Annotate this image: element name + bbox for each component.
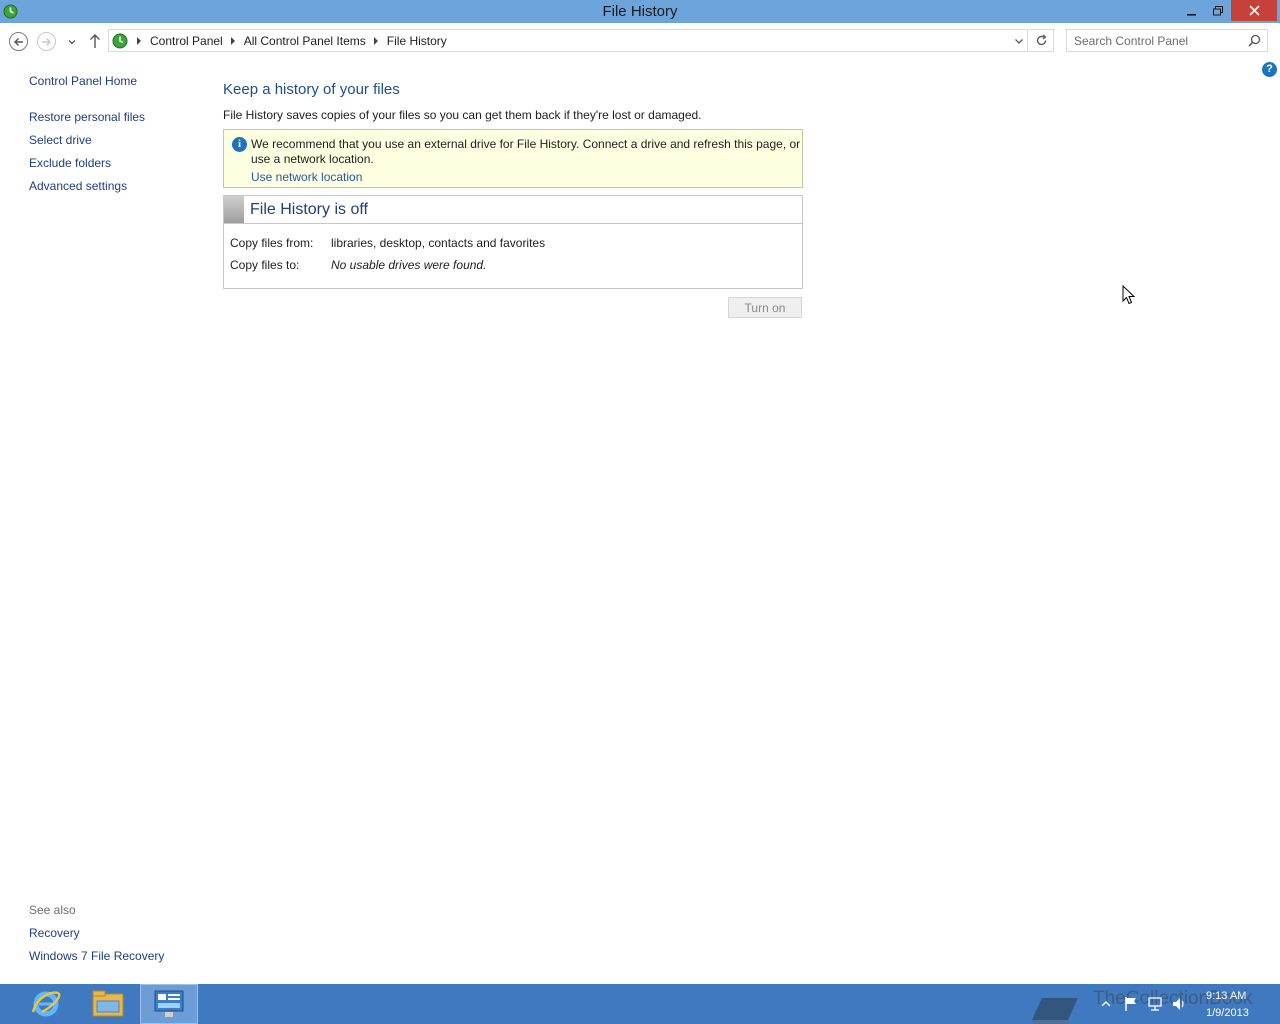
recovery-link[interactable]: Recovery (29, 926, 80, 940)
taskbar (0, 984, 1280, 1024)
control-panel-icon (112, 33, 128, 48)
show-hidden-icons-icon[interactable] (1101, 996, 1111, 1012)
up-arrow-icon[interactable] (88, 33, 102, 49)
copy-from-label: Copy files from: (230, 236, 314, 250)
address-dropdown-icon[interactable] (1013, 35, 1025, 47)
clock-date[interactable]: 1/9/2013 (1206, 1007, 1249, 1019)
arrow-left-icon (14, 37, 23, 46)
taskbar-file-explorer[interactable] (79, 984, 137, 1024)
breadcrumb-file-history[interactable]: File History (387, 34, 447, 48)
action-center-flag-icon[interactable] (1124, 996, 1138, 1012)
volume-icon[interactable] (1171, 996, 1187, 1012)
breadcrumb-all-control-panel-items[interactable]: All Control Panel Items (244, 34, 366, 48)
internet-explorer-icon (31, 991, 61, 1017)
breadcrumb-separator-icon[interactable] (137, 36, 141, 45)
folder-icon (92, 990, 124, 1017)
copy-from-value: libraries, desktop, contacts and favorit… (331, 236, 546, 250)
close-button[interactable] (1231, 0, 1277, 21)
status-header: File History is off (224, 196, 802, 224)
close-icon (1248, 5, 1260, 16)
address-bar[interactable]: Control Panel All Control Panel Items Fi… (108, 29, 1028, 52)
forward-button[interactable] (37, 32, 56, 51)
windows-7-file-recovery-link[interactable]: Windows 7 File Recovery (29, 949, 164, 963)
breadcrumb-separator-icon[interactable] (230, 36, 235, 45)
status-title: File History is off (250, 200, 368, 218)
search-icon[interactable] (1248, 34, 1261, 47)
copy-to-label: Copy files to: (230, 258, 300, 272)
control-panel-home-link[interactable]: Control Panel Home (29, 74, 137, 88)
page-description: File History saves copies of your files … (223, 108, 702, 122)
page-title: Keep a history of your files (223, 81, 400, 98)
restore-icon (1213, 5, 1223, 15)
turn-on-button[interactable]: Turn on (728, 297, 802, 318)
breadcrumb-control-panel[interactable]: Control Panel (150, 34, 223, 48)
search-box[interactable] (1066, 29, 1268, 52)
window-title: File History (602, 3, 678, 20)
see-also-label: See also (29, 903, 76, 917)
info-bar-message: We recommend that you use an external dr… (251, 137, 801, 166)
recent-locations-chevron-icon[interactable] (66, 36, 78, 48)
help-icon[interactable]: ? (1262, 62, 1277, 77)
taskbar-control-panel[interactable] (140, 984, 198, 1024)
control-panel-taskbar-icon (154, 990, 184, 1017)
taskbar-internet-explorer[interactable] (17, 984, 75, 1024)
info-bar: i We recommend that you use an external … (223, 129, 803, 188)
info-icon: i (232, 137, 247, 152)
refresh-button[interactable] (1029, 29, 1054, 52)
back-button[interactable] (9, 32, 28, 51)
clock-time[interactable]: 9:13 AM (1206, 990, 1246, 1002)
file-history-status-box: File History is off Copy files from: lib… (223, 195, 803, 289)
advanced-settings-link[interactable]: Advanced settings (29, 179, 127, 193)
navigation-bar: Control Panel All Control Panel Items Fi… (0, 23, 1280, 59)
restore-personal-files-link[interactable]: Restore personal files (29, 110, 145, 124)
use-network-location-link[interactable]: Use network location (251, 170, 362, 184)
select-drive-link[interactable]: Select drive (29, 133, 92, 147)
arrow-right-icon (42, 37, 51, 46)
book-watermark-icon (1032, 998, 1078, 1024)
mouse-cursor-icon (1122, 285, 1136, 305)
minimize-button[interactable] (1180, 0, 1204, 21)
minimize-icon (1187, 13, 1196, 16)
refresh-icon (1036, 34, 1047, 46)
title-bar[interactable]: File History (0, 0, 1280, 23)
exclude-folders-link[interactable]: Exclude folders (29, 156, 111, 170)
breadcrumb-separator-icon[interactable] (373, 36, 378, 45)
search-input[interactable] (1067, 30, 1243, 51)
network-icon[interactable] (1147, 996, 1163, 1012)
status-indicator (224, 196, 244, 223)
restore-button[interactable] (1206, 0, 1230, 21)
copy-to-value: No usable drives were found. (331, 258, 487, 272)
